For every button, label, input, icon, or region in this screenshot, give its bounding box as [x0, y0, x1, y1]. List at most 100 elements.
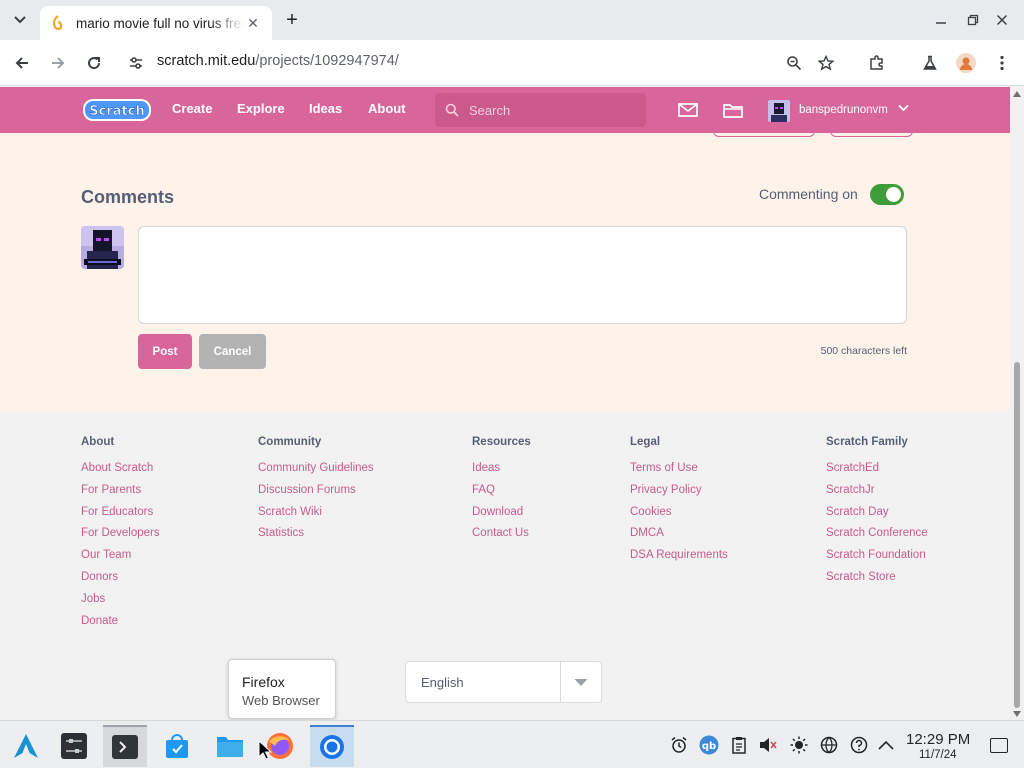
footer-link[interactable]: FAQ: [472, 484, 531, 506]
search-input[interactable]: [469, 102, 629, 118]
footer-link[interactable]: ScratchEd: [826, 462, 928, 484]
show-desktop-button[interactable]: [990, 738, 1008, 753]
footer-link[interactable]: Privacy Policy: [630, 484, 728, 506]
network-icon[interactable]: [819, 735, 839, 755]
footer-link[interactable]: Scratch Foundation: [826, 549, 928, 571]
folder-icon: [723, 104, 743, 118]
labs-button[interactable]: [918, 51, 942, 75]
alarm-clock-icon[interactable]: [669, 735, 689, 755]
arrow-left-icon: [15, 57, 28, 69]
flask-icon: [923, 55, 937, 70]
user-avatar[interactable]: [768, 100, 790, 122]
reload-button[interactable]: [82, 51, 106, 75]
kebab-menu-icon: [1000, 55, 1004, 71]
footer-link[interactable]: Community Guidelines: [258, 462, 374, 484]
new-tab-button[interactable]: +: [281, 9, 303, 31]
close-tab-icon[interactable]: ✕: [244, 14, 262, 32]
restore-icon: [967, 14, 979, 26]
footer-link[interactable]: Statistics: [258, 527, 374, 549]
clock-time[interactable]: 12:29 PM: [906, 731, 970, 748]
url-host: scratch.mit.edu: [157, 53, 256, 69]
cancel-comment-button[interactable]: Cancel: [199, 334, 266, 369]
clock-date[interactable]: 11/7/24: [919, 749, 957, 761]
commenting-toggle[interactable]: [870, 184, 904, 205]
page-scrollbar[interactable]: [1010, 87, 1024, 720]
system-settings-icon[interactable]: [52, 725, 96, 767]
footer-link[interactable]: Donors: [81, 571, 160, 593]
brightness-icon[interactable]: [789, 735, 809, 755]
terminal-icon[interactable]: [103, 725, 147, 767]
scratch-logo[interactable]: Scratch: [82, 97, 152, 123]
site-info-button[interactable]: [124, 51, 148, 75]
username[interactable]: banspedrunonvm: [799, 104, 888, 116]
tab-search-button[interactable]: [8, 8, 32, 32]
footer-link[interactable]: Download: [472, 506, 531, 528]
footer-link[interactable]: Ideas: [472, 462, 531, 484]
forward-button[interactable]: [46, 51, 70, 75]
help-icon[interactable]: [849, 735, 869, 755]
extensions-button[interactable]: [865, 51, 889, 75]
profile-button[interactable]: [954, 51, 978, 75]
footer-link[interactable]: Scratch Wiki: [258, 506, 374, 528]
footer-link[interactable]: Scratch Conference: [826, 527, 928, 549]
language-select[interactable]: English: [405, 661, 602, 703]
discover-store-icon[interactable]: [155, 725, 199, 767]
close-window-button[interactable]: [992, 10, 1012, 30]
characters-left-counter: 500 characters left: [820, 345, 907, 357]
footer-link[interactable]: For Educators: [81, 506, 160, 528]
zoom-button[interactable]: [782, 51, 806, 75]
minimize-window-button[interactable]: [931, 10, 951, 30]
user-menu-chevron-icon[interactable]: [898, 103, 909, 115]
messages-button[interactable]: [677, 99, 699, 121]
browser-toolbar: scratch.mit.edu/projects/1092947974/: [0, 40, 1024, 86]
footer-link[interactable]: Jobs: [81, 593, 160, 615]
address-bar[interactable]: scratch.mit.edu/projects/1092947974/: [157, 53, 399, 69]
nav-ideas-link[interactable]: Ideas: [309, 101, 342, 116]
arrow-right-icon: [52, 57, 65, 69]
reload-icon: [88, 57, 101, 70]
browser-menu-button[interactable]: [990, 51, 1014, 75]
nav-create-link[interactable]: Create: [172, 101, 212, 116]
file-manager-icon[interactable]: [208, 725, 252, 767]
footer-link[interactable]: Terms of Use: [630, 462, 728, 484]
qbittorrent-icon[interactable]: qb: [699, 735, 719, 755]
footer-link[interactable]: Donate: [81, 615, 160, 637]
footer-link[interactable]: DMCA: [630, 527, 728, 549]
post-comment-button[interactable]: Post: [138, 334, 192, 369]
footer-link[interactable]: For Parents: [81, 484, 160, 506]
volume-muted-icon[interactable]: [758, 735, 778, 755]
browser-tab[interactable]: mario movie full no virus free ✕: [40, 6, 272, 40]
scrollbar-thumb[interactable]: [1014, 362, 1020, 708]
footer-column-legal: Legal Terms of Use Privacy Policy Cookie…: [630, 436, 728, 571]
restore-window-button[interactable]: [963, 10, 983, 30]
zoom-out-icon: [787, 56, 802, 71]
footer-link[interactable]: Discussion Forums: [258, 484, 374, 506]
footer-column-scratch-family: Scratch Family ScratchEd ScratchJr Scrat…: [826, 436, 928, 593]
nav-explore-link[interactable]: Explore: [237, 101, 285, 116]
comment-input[interactable]: [138, 226, 907, 324]
footer-column-community: Community Community Guidelines Discussio…: [258, 436, 374, 549]
bookmark-button[interactable]: [814, 51, 838, 75]
footer-link[interactable]: DSA Requirements: [630, 549, 728, 571]
back-button[interactable]: [10, 51, 34, 75]
commenting-toggle-label: Commenting on: [759, 186, 858, 202]
tooltip-subtitle: Web Browser: [242, 693, 320, 708]
footer-link[interactable]: ScratchJr: [826, 484, 928, 506]
footer-link[interactable]: About Scratch: [81, 462, 160, 484]
scroll-up-arrow-icon[interactable]: [1013, 91, 1021, 97]
footer-link[interactable]: Our Team: [81, 549, 160, 571]
footer-link[interactable]: For Developers: [81, 527, 160, 549]
arch-launcher-icon[interactable]: [4, 725, 48, 767]
footer-link[interactable]: Scratch Store: [826, 571, 928, 593]
footer-link[interactable]: Contact Us: [472, 527, 531, 549]
my-stuff-button[interactable]: [722, 99, 744, 121]
footer-link[interactable]: Cookies: [630, 506, 728, 528]
expand-tray-icon[interactable]: [876, 735, 896, 755]
footer-link[interactable]: Scratch Day: [826, 506, 928, 528]
clipboard-icon[interactable]: [729, 735, 749, 755]
tab-title: mario movie full no virus free: [76, 15, 244, 31]
chrome-icon[interactable]: [310, 725, 354, 767]
taskbar: qb 12:29 PM 11/7/24: [0, 720, 1024, 768]
scroll-down-arrow-icon[interactable]: [1013, 711, 1021, 717]
nav-about-link[interactable]: About: [368, 101, 406, 116]
